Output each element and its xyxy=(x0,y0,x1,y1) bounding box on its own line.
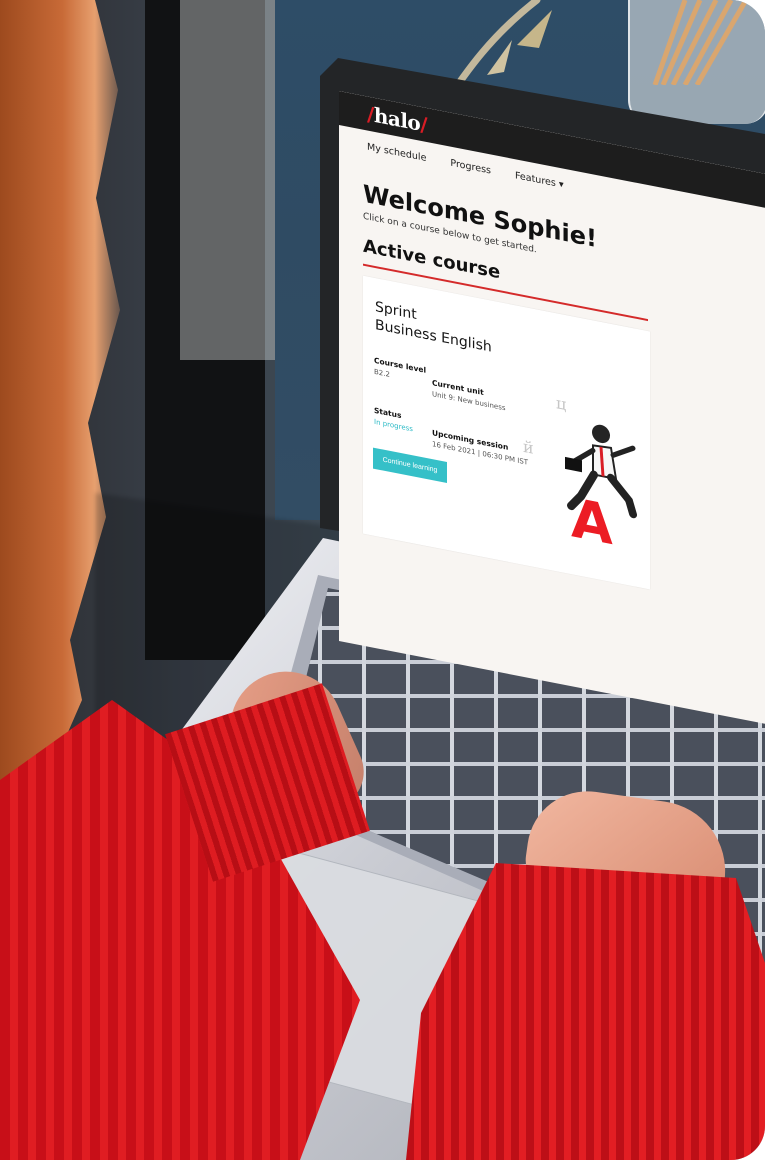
nav-my-schedule[interactable]: My schedule xyxy=(367,141,426,164)
logo-text: halo xyxy=(373,102,421,136)
nav-features[interactable]: Features ▾ xyxy=(515,170,564,190)
course-level-value: B2.2 xyxy=(374,367,390,380)
course-title: Sprint Business English xyxy=(375,298,492,357)
active-course-card[interactable]: Sprint Business English Course level B2.… xyxy=(363,275,650,590)
vase-sticks xyxy=(652,0,749,85)
nav-progress[interactable]: Progress xyxy=(450,157,491,176)
logo-prefix: / xyxy=(367,101,374,127)
laptop-photo: /halo/ My schedule Progress Features ▾ W… xyxy=(0,0,765,1160)
illustration-letter-a: A xyxy=(571,486,613,558)
status-value: In progress xyxy=(374,417,413,434)
logo-suffix: / xyxy=(420,111,428,138)
continue-learning-button[interactable]: Continue learning xyxy=(373,447,447,484)
laptop-screen: /halo/ My schedule Progress Features ▾ W… xyxy=(339,91,765,724)
cyrillic-glyph-short-i: й xyxy=(523,436,534,459)
outdoor-light xyxy=(180,0,275,360)
cyrillic-glyph-ts: ц xyxy=(556,393,567,415)
